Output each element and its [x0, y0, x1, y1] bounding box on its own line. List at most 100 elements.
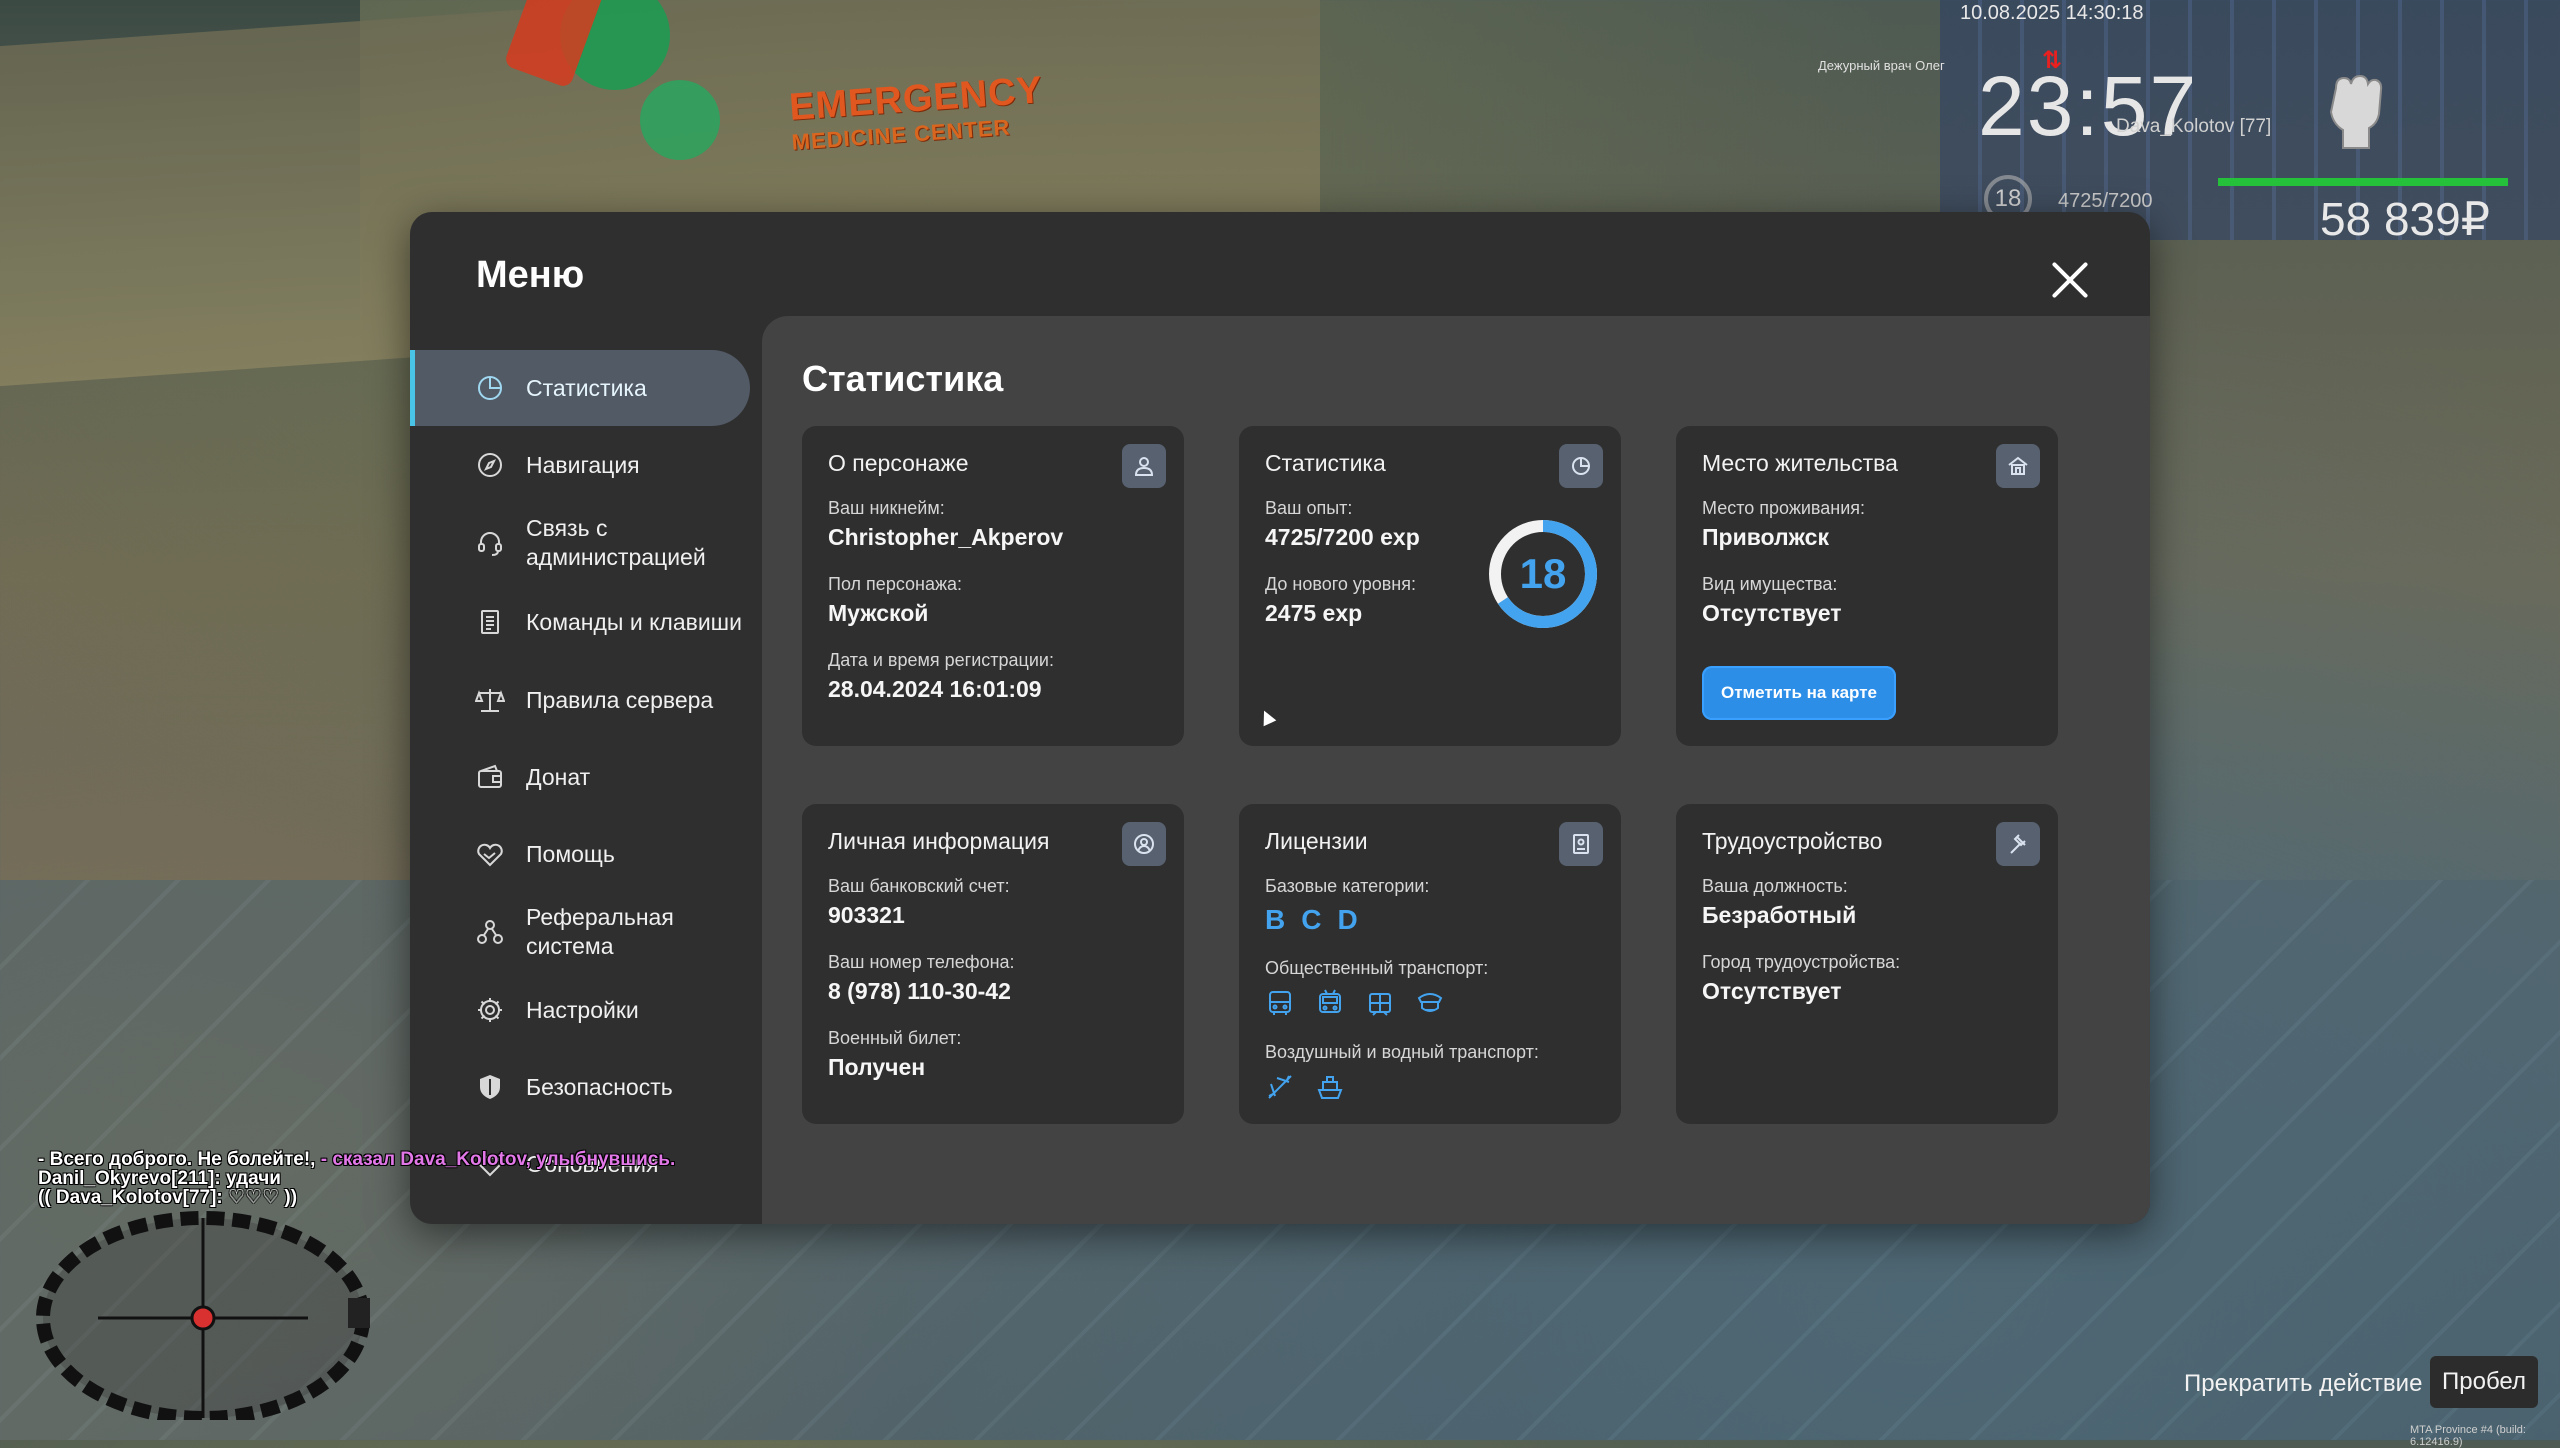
sidebar-item-help[interactable]: Помощь: [410, 816, 750, 892]
headset-icon: [474, 527, 506, 559]
license-categories: B C D: [1265, 904, 1358, 936]
sidebar-item-referral[interactable]: Реферальная система: [410, 893, 750, 971]
registration-value: 28.04.2024 16:01:09: [828, 676, 1042, 702]
driver-cap-icon: [1417, 993, 1443, 1012]
position-label: Ваша должность:: [1702, 876, 1848, 896]
card-title: Место жительства: [1702, 450, 1898, 476]
sidebar-item-donate[interactable]: Донат: [410, 739, 750, 815]
public-transport-icons: [1265, 988, 1445, 1018]
phone-value: 8 (978) 110-30-42: [828, 978, 1011, 1004]
sidebar-item-label: Правила сервера: [526, 686, 714, 713]
house-icon: [1996, 444, 2040, 488]
close-icon[interactable]: [2046, 256, 2094, 304]
level-progress-ring: 18: [1487, 518, 1599, 630]
next-level-value: 2475 exp: [1265, 600, 1363, 626]
license-category: B: [1265, 904, 1286, 935]
sidebar-item-security[interactable]: Безопасность: [410, 1049, 750, 1125]
hammer-icon: [1996, 822, 2040, 866]
work-city-value: Отсутствует: [1702, 978, 1842, 1004]
health-bar-fill: [2218, 178, 2508, 186]
hud-money: 58 839₽: [2320, 193, 2490, 245]
npc-label: Дежурный врач Олег: [1818, 58, 1945, 73]
handshake-heart-icon: [474, 838, 506, 870]
hud-date-time: 10.08.2025 14:30:18: [1960, 2, 2144, 24]
registration-label: Дата и время регистрации:: [828, 650, 1054, 670]
sidebar-item-label: Помощь: [526, 840, 615, 867]
wallet-icon: [474, 761, 506, 793]
residence-card: Место жительства Место проживания: Приво…: [1676, 426, 2058, 746]
next-level-label: До нового уровня:: [1265, 574, 1416, 594]
residence-place-label: Место проживания:: [1702, 498, 1866, 518]
character-card: О персонаже Ваш никнейм: Christopher_Akp…: [802, 426, 1184, 746]
card-title: Трудоустройство: [1702, 828, 1883, 854]
sidebar-item-label: Навигация: [526, 451, 640, 478]
stats-card: Статистика Ваш опыт: 4725/7200 exp До но…: [1239, 426, 1621, 746]
phone-label: Ваш номер телефона:: [828, 952, 1015, 972]
exp-value: 4725/7200 exp: [1265, 524, 1420, 550]
sidebar-item-rules[interactable]: Правила сервера: [410, 662, 750, 738]
trolleybus-icon: [1319, 989, 1341, 1013]
player-marker-icon: [190, 1305, 216, 1331]
property-label: Вид имущества:: [1702, 574, 1838, 594]
license-category: D: [1337, 904, 1358, 935]
air-water-transport-label: Воздушный и водный транспорт:: [1265, 1042, 1539, 1062]
position-value: Безработный: [1702, 902, 1857, 928]
nickname-label: Ваш никнейм:: [828, 498, 945, 518]
sidebar-item-label: Команды и клавиши: [526, 608, 742, 635]
chat-line: - Всего доброго. Не болейте!, - сказал D…: [38, 1149, 676, 1170]
spacebar-key-button[interactable]: Пробел: [2430, 1356, 2538, 1408]
build-info: MTA Province #4 (build: 6.12416.9): [2410, 1424, 2526, 1448]
sidebar-item-label: Безопасность: [526, 1073, 673, 1100]
mark-on-map-button[interactable]: Отметить на карте: [1702, 666, 1896, 720]
gender-label: Пол персонажа:: [828, 574, 963, 594]
statistics-panel: Статистика О персонаже Ваш никнейм: Chri…: [762, 316, 2150, 1224]
military-value: Получен: [828, 1054, 926, 1080]
gender-value: Мужской: [828, 600, 929, 626]
sidebar-item-commands[interactable]: Команды и клавиши: [410, 583, 750, 661]
menu-modal: Меню Статистика Навигация Связь с админи…: [410, 212, 2150, 1224]
minimap-radar: [36, 1211, 370, 1420]
license-card-icon: [1559, 822, 1603, 866]
sidebar-item-statistics[interactable]: Статистика: [410, 350, 750, 426]
sidebar-item-navigation[interactable]: Навигация: [410, 427, 750, 503]
page-title: Статистика: [802, 358, 1004, 399]
player-tag: Dava_Kolotov [77]: [2116, 116, 2272, 137]
fist-weapon-icon: [2329, 74, 2383, 149]
tram-icon: [1369, 993, 1391, 1016]
license-category: C: [1301, 904, 1322, 935]
air-water-transport-icons: [1265, 1072, 1345, 1102]
property-value: Отсутствует: [1702, 600, 1842, 626]
sidebar-item-contact-admin[interactable]: Связь с администрацией: [410, 504, 750, 582]
pie-chart-icon: [474, 372, 506, 404]
sidebar-item-label: Реферальная система: [526, 904, 674, 959]
exp-label: Ваш опыт:: [1265, 498, 1353, 518]
menu-sidebar: Статистика Навигация Связь с администрац…: [410, 350, 750, 1203]
hud-clock: 23:57: [1978, 59, 2199, 153]
military-label: Военный билет:: [828, 1028, 962, 1048]
clock-chart-icon: [1559, 444, 1603, 488]
bank-value: 903321: [828, 902, 905, 928]
chat-line: Danil_Okyrevo[211]: удачи: [38, 1168, 281, 1189]
sidebar-item-label: Статистика: [526, 374, 647, 401]
radar-blip-icon: [348, 1298, 370, 1328]
card-title: Статистика: [1265, 450, 1386, 476]
residence-place-value: Приволжск: [1702, 524, 1829, 550]
level-number: 18: [1519, 550, 1567, 597]
people-network-icon: [474, 916, 506, 948]
gear-icon: [474, 994, 506, 1026]
ship-icon: [1317, 1076, 1343, 1099]
sidebar-item-settings[interactable]: Настройки: [410, 972, 750, 1048]
scales-icon: [474, 684, 506, 716]
bus-icon: [1269, 991, 1291, 1015]
card-title: Личная информация: [828, 828, 1050, 854]
public-transport-label: Общественный транспорт:: [1265, 958, 1489, 978]
hud-exp-text: 4725/7200: [2058, 190, 2153, 212]
personal-info-card: Личная информация Ваш банковский счет: 9…: [802, 804, 1184, 1124]
sidebar-item-label: Связь с администрацией: [526, 515, 706, 570]
cancel-action-hint: Прекратить действие: [2184, 1370, 2423, 1397]
card-title: Лицензии: [1265, 828, 1368, 854]
shield-icon: [474, 1071, 506, 1103]
sidebar-item-label: Настройки: [526, 996, 639, 1023]
airplane-icon: [1268, 1075, 1292, 1099]
user-circle-icon: [1122, 822, 1166, 866]
